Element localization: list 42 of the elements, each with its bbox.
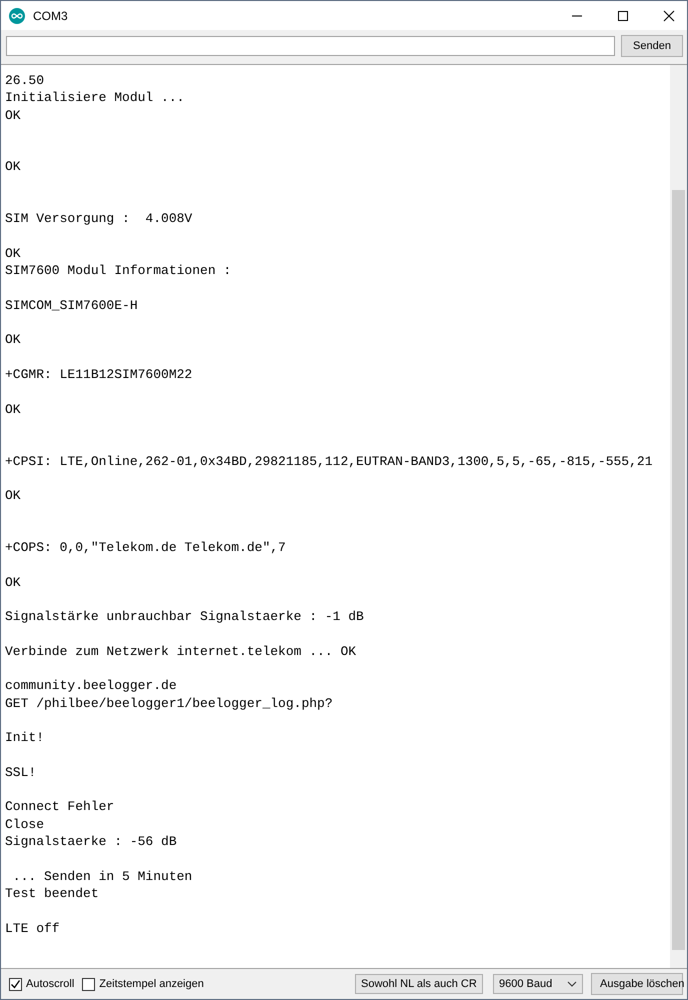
line-ending-dropdown[interactable]: Sowohl NL als auch CR — [355, 974, 483, 994]
window-title: COM3 — [33, 8, 68, 22]
output-line: Signalstärke unbrauchbar Signalstaerke : -1 dB — [5, 608, 365, 626]
output-line: ... Senden in 5 Minuten — [12, 868, 194, 885]
output-line: OK — [5, 244, 22, 262]
send-button[interactable]: Senden — [621, 35, 683, 57]
output-line: OK — [5, 158, 22, 176]
output-line: LTE off — [5, 920, 61, 937]
output-line: OK — [5, 400, 22, 418]
clear-output-button[interactable]: Ausgabe löschen — [591, 973, 683, 995]
output-line: Signalstaerke : -56 dB — [5, 833, 178, 850]
output-line: SIM7600 Modul Informationen : — [5, 262, 232, 280]
close-icon[interactable] — [663, 10, 675, 22]
caret-icon — [567, 981, 577, 987]
output-line: +CPSI: LTE,Online,262-01,0x34BD,29821185,112,EUTRAN-BAND3,1300,5,5,-65,-815,-555,21 — [5, 452, 654, 470]
output-line: Connect Fehler — [5, 798, 116, 816]
output-line: +CGMR: LE11B12SIM7600M22 — [5, 366, 194, 384]
timestamp-checkbox[interactable]: Zeitstempel anzeigen — [82, 978, 204, 990]
app-logo-icon — [9, 8, 25, 24]
output-line: +COPS: 0,0,"Telekom.de Telekom.de",7 — [5, 539, 287, 556]
output-line: OK — [5, 574, 22, 591]
output-line: Test beendet — [5, 884, 100, 902]
output-line: Close — [5, 816, 46, 834]
output-line: SSL! — [5, 764, 38, 782]
output-line: SIM Versorgung : 4.008V — [5, 210, 194, 228]
output-line: Init! — [5, 729, 46, 747]
baud-rate-dropdown[interactable]: 9600 Baud — [493, 974, 583, 994]
output-line: OK — [5, 331, 22, 349]
output-line: Initialisiere Modul ... — [5, 89, 186, 107]
scrollbar-thumb[interactable] — [672, 190, 685, 950]
output-line: GET /philbee/beelogger1/beelogger_log.php? — [5, 694, 334, 712]
output-line: community.beelogger.de — [5, 677, 178, 695]
output-line: OK — [5, 487, 22, 504]
maximize-icon[interactable] — [617, 10, 629, 22]
output-line: 26.50 — [5, 72, 46, 90]
scrollbar[interactable] — [670, 65, 687, 968]
output-line: OK — [5, 106, 22, 124]
autoscroll-checkbox[interactable]: Autoscroll — [9, 978, 74, 990]
output-line: SIMCOM_SIM7600E-H — [5, 296, 139, 314]
check-icon — [10, 978, 21, 990]
output-line: Verbinde zum Netzwerk internet.telekom ... OK — [5, 642, 358, 660]
input-field[interactable] — [6, 36, 615, 56]
